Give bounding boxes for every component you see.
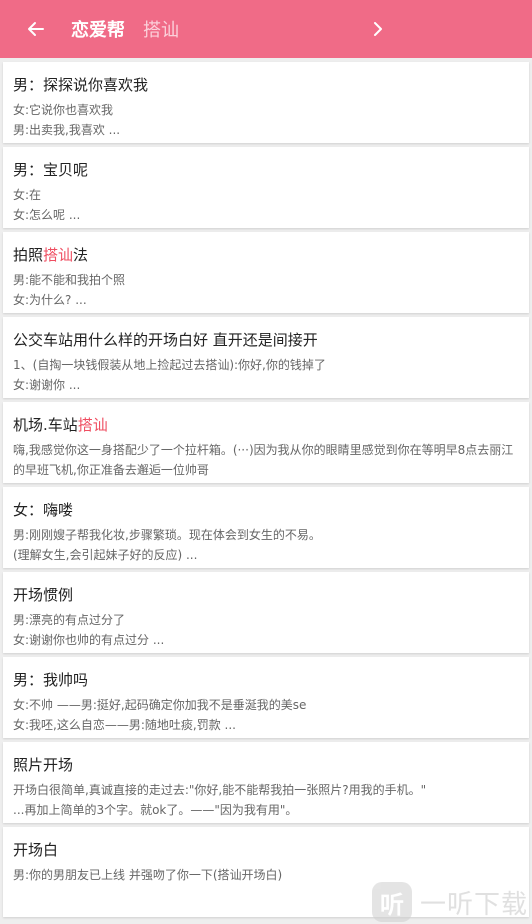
highlight-keyword: 搭讪 [43, 246, 74, 264]
list-item[interactable]: 照片开场 开场白很简单,真诚直接的走过去:"你好,能不能帮我拍一张照片?用我的手… [3, 742, 529, 823]
watermark-logo-icon: 听 [372, 882, 412, 922]
item-title: 男：探探说你喜欢我 [13, 76, 149, 94]
list-item[interactable]: 男：宝贝呢 女:在 女:怎么呢 ... [3, 147, 529, 228]
item-title: 开场惯例 [13, 586, 74, 604]
item-snippet: 嗨,我感觉你这一身搭配少了一个拉杆箱。(···)因为我从你的眼睛里感觉到你在等明… [13, 443, 514, 477]
search-go-button[interactable] [366, 17, 390, 41]
item-snippet: 男:漂亮的有点过分了 女:谢谢你也帅的有点过分 ... [13, 613, 165, 647]
list-item[interactable]: 机场.车站搭讪 嗨,我感觉你这一身搭配少了一个拉杆箱。(···)因为我从你的眼睛… [3, 402, 529, 483]
item-snippet: 男:能不能和我拍个照 女:为什么? ... [13, 273, 126, 307]
item-snippet: 女:在 女:怎么呢 ... [13, 188, 81, 222]
list-item[interactable]: 女：嗨喽 男:刚刚嫂子帮我化妆,步骤繁琐。现在体会到女生的不易。 (理解女生,会… [3, 487, 529, 568]
item-title: 机场.车站搭讪 [13, 416, 108, 434]
item-snippet: 开场白很简单,真诚直接的走过去:"你好,能不能帮我拍一张照片?用我的手机。" .… [13, 783, 427, 817]
item-title: 照片开场 [13, 756, 74, 774]
list-item[interactable]: 拍照搭讪法 男:能不能和我拍个照 女:为什么? ... [3, 232, 529, 313]
watermark-text: 一听下载 [420, 889, 529, 920]
top-bar: 恋爱帮 搭讪 [0, 0, 532, 58]
chevron-right-icon [374, 22, 382, 36]
item-snippet: 1、(自掏一块钱假装从地上捡起过去搭讪):你好,你的钱掉了 女:谢谢你 ... [13, 358, 326, 392]
item-title: 男：宝贝呢 [13, 161, 89, 179]
item-snippet: 女:不帅 ——男:挺好,起码确定你加我不是垂涎我的美se 女:我呸,这么自恋——… [13, 698, 307, 732]
highlight-keyword: 搭讪 [77, 416, 108, 434]
item-title: 拍照搭讪法 [13, 246, 89, 264]
arrow-left-icon [28, 22, 44, 36]
item-title: 男：我帅吗 [13, 671, 89, 689]
watermark: 听 一听下载 [372, 880, 532, 924]
list-item[interactable]: 开场惯例 男:漂亮的有点过分了 女:谢谢你也帅的有点过分 ... [3, 572, 529, 653]
list-item[interactable]: 男：我帅吗 女:不帅 ——男:挺好,起码确定你加我不是垂涎我的美se 女:我呸,… [3, 657, 529, 738]
item-title: 公交车站用什么样的开场白好 直开还是间接开 [13, 331, 318, 349]
item-snippet: 女:它说你也喜欢我 男:出卖我,我喜欢 ... [13, 103, 121, 137]
list-item[interactable]: 男：探探说你喜欢我 女:它说你也喜欢我 男:出卖我,我喜欢 ... [3, 62, 529, 143]
item-title: 女：嗨喽 [13, 501, 74, 519]
app-title: 恋爱帮 [71, 20, 125, 41]
back-button[interactable] [0, 0, 72, 58]
list-item[interactable]: 公交车站用什么样的开场白好 直开还是间接开 1、(自掏一块钱假装从地上捡起过去搭… [3, 317, 529, 398]
item-title: 开场白 [13, 841, 59, 859]
search-query[interactable]: 搭讪 [143, 16, 343, 42]
item-snippet: 男:刚刚嫂子帮我化妆,步骤繁琐。现在体会到女生的不易。 (理解女生,会引起妹子好… [13, 528, 321, 562]
